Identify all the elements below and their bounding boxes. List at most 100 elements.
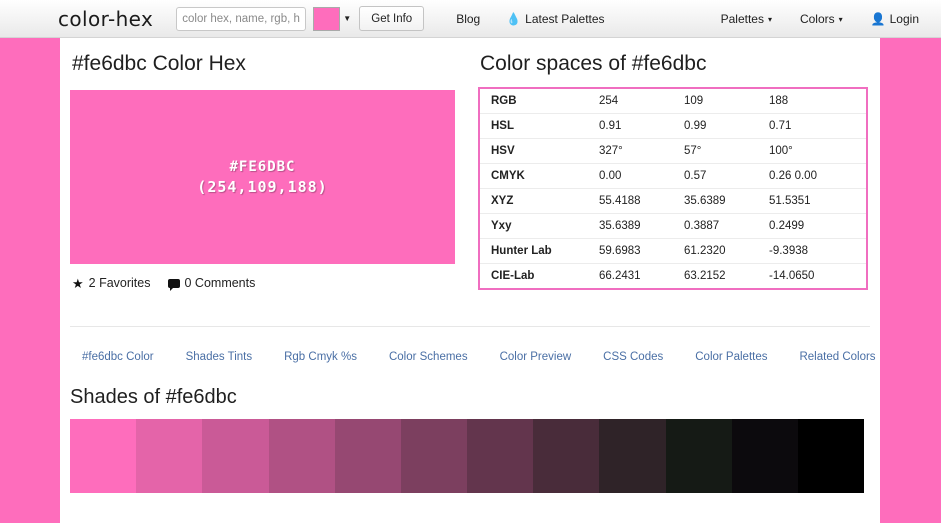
color-space-value: 35.6389 xyxy=(684,188,769,214)
color-space-name: CMYK xyxy=(479,163,599,189)
nav-item-colors-label: Colors xyxy=(799,11,835,26)
color-space-value: 59.6983 xyxy=(599,238,684,264)
star-icon: ★ xyxy=(72,275,84,291)
color-space-value: 0.2499 xyxy=(769,213,867,239)
nav-item-palettes[interactable]: Palettes ▾ xyxy=(721,12,772,26)
nav-item-palettes-label: Palettes xyxy=(720,11,764,26)
get-info-button[interactable]: Get Info xyxy=(359,6,425,31)
color-space-value: 0.57 xyxy=(684,163,769,189)
color-spaces-title: Color spaces of #fe6dbc xyxy=(480,52,707,75)
color-spaces-column: Color spaces of #fe6dbc RGB 254 109 188 HSL 0… xyxy=(478,52,870,290)
color-space-value: 66.2431 xyxy=(599,270,641,282)
swatch-rgb-label: (254,109,188) xyxy=(197,177,328,196)
chevron-down-icon[interactable]: ▼ xyxy=(340,7,354,31)
nav-item-latest-palettes-label: Latest Palettes xyxy=(525,11,605,26)
color-space-value: 0.71 xyxy=(769,113,867,139)
section-divider xyxy=(70,326,870,327)
color-space-name: HSV xyxy=(479,138,599,164)
table-row: CMYK 0.00 0.57 0.26 0.00 xyxy=(479,163,867,189)
top-navbar: color-hex ▼ Get Info Blog 💧 Latest Palet… xyxy=(0,0,941,38)
color-preview-chip[interactable] xyxy=(313,6,341,31)
nav-item-blog[interactable]: Blog xyxy=(456,12,480,26)
comments-stat[interactable]: 0 Comments xyxy=(167,276,256,291)
shade-swatch[interactable] xyxy=(731,419,798,493)
color-space-value: 100° xyxy=(769,138,867,164)
shade-swatch[interactable] xyxy=(202,419,269,493)
color-spaces-table: RGB 254 109 188 HSL 0.91 0.99 0.71 HSV 327° 57° 100… xyxy=(478,87,868,290)
color-space-value: -9.3938 xyxy=(769,238,867,264)
color-summary-column: #fe6dbc Color Hex #FE6DBC (254,109,188) … xyxy=(70,52,455,291)
tab-link[interactable]: Rgb Cmyk %s xyxy=(268,351,373,363)
page-content: #fe6dbc Color Hex #FE6DBC (254,109,188) … xyxy=(60,38,880,523)
color-space-value: 327° xyxy=(599,138,684,164)
color-space-value: 57° xyxy=(684,138,769,164)
main-color-swatch[interactable]: #FE6DBC (254,109,188) xyxy=(70,90,455,264)
shade-swatch[interactable] xyxy=(797,419,865,493)
table-row: HSV 327° 57° 100° xyxy=(479,138,867,164)
color-space-name: HSL xyxy=(479,113,599,139)
color-space-value: 254 xyxy=(599,88,684,114)
swatch-hex-label: #FE6DBC xyxy=(229,158,296,175)
nav-item-latest-palettes[interactable]: 💧 Latest Palettes xyxy=(506,12,604,26)
user-icon: 👤 xyxy=(870,11,886,26)
color-space-value: 61.2320 xyxy=(684,238,769,264)
shade-swatch[interactable] xyxy=(400,419,468,493)
color-space-name: RGB xyxy=(479,88,599,114)
tab-link[interactable]: Color Schemes xyxy=(373,351,484,363)
color-space-name: CIE-Lab xyxy=(491,270,535,282)
table-row: RGB 254 109 188 xyxy=(479,88,867,114)
tab-link[interactable]: Color Preview xyxy=(484,351,588,363)
tab-link[interactable]: CSS Codes xyxy=(587,351,679,363)
color-space-value: 0.91 xyxy=(599,113,684,139)
nav-left-links: Blog 💧 Latest Palettes xyxy=(456,12,604,26)
shades-title: Shades of #fe6dbc xyxy=(70,386,237,408)
site-logo[interactable]: color-hex xyxy=(58,7,153,31)
chevron-down-icon: ▾ xyxy=(767,15,772,24)
color-space-value: 35.6389 xyxy=(599,213,684,239)
table-row: Hunter Lab 59.6983 61.2320 -9.3938 xyxy=(479,238,867,264)
color-space-value: 51.5351 xyxy=(769,188,867,214)
nav-item-colors[interactable]: Colors ▾ xyxy=(800,12,843,26)
shade-swatch[interactable] xyxy=(268,419,335,493)
color-space-name: Yxy xyxy=(479,213,599,239)
color-space-value: 55.4188 xyxy=(599,188,684,214)
shade-swatch[interactable] xyxy=(70,419,137,493)
tab-link[interactable]: #fe6dbc Color xyxy=(70,351,170,363)
table-row: Yxy 35.6389 0.3887 0.2499 xyxy=(479,213,867,239)
shade-swatch[interactable] xyxy=(599,419,666,493)
color-space-value: 109 xyxy=(684,88,769,114)
search-input[interactable] xyxy=(176,6,307,31)
favorites-label: 2 Favorites xyxy=(88,276,151,290)
chevron-down-icon: ▾ xyxy=(838,15,843,24)
table-row: XYZ 55.4188 35.6389 51.5351 xyxy=(479,188,867,214)
color-section-tabs: #fe6dbc Color Shades Tints Rgb Cmyk %s Colo… xyxy=(70,351,876,363)
tab-link[interactable]: Shades Tints xyxy=(170,351,268,363)
droplet-icon: 💧 xyxy=(506,11,522,26)
nav-right-links: Palettes ▾ Colors ▾ 👤 Login xyxy=(721,12,919,26)
shade-swatch[interactable] xyxy=(334,419,401,493)
tab-link[interactable]: Color Palettes xyxy=(679,351,783,363)
table-row: CIE-Lab 66.2431 63.2152 -14.0650 xyxy=(479,264,867,290)
color-space-value: 0.26 0.00 xyxy=(769,163,867,189)
nav-item-blog-label: Blog xyxy=(456,11,481,26)
shade-swatch[interactable] xyxy=(665,419,732,493)
color-space-value: 0.3887 xyxy=(684,213,769,239)
table-row: HSL 0.91 0.99 0.71 xyxy=(479,113,867,139)
color-space-value: 0.00 xyxy=(599,163,684,189)
shade-swatch[interactable] xyxy=(136,419,203,493)
color-space-value: 0.99 xyxy=(684,113,769,139)
search-group: ▼ Get Info xyxy=(176,6,425,31)
comments-label: 0 Comments xyxy=(184,276,256,290)
tab-link[interactable]: Related Colors xyxy=(783,351,891,363)
color-meta-row: ★ 2 Favorites 0 Comments xyxy=(72,276,455,291)
color-space-value: 63.2152 xyxy=(684,270,726,282)
nav-item-login[interactable]: 👤 Login xyxy=(871,12,919,26)
comment-icon xyxy=(167,278,180,291)
nav-item-login-label: Login xyxy=(889,11,919,26)
color-space-name: Hunter Lab xyxy=(479,238,599,264)
shade-swatch[interactable] xyxy=(467,419,534,493)
favorites-stat[interactable]: ★ 2 Favorites xyxy=(72,276,151,290)
color-space-name: XYZ xyxy=(479,188,599,214)
shade-swatch[interactable] xyxy=(533,419,600,493)
color-space-value: -14.0650 xyxy=(769,270,815,282)
